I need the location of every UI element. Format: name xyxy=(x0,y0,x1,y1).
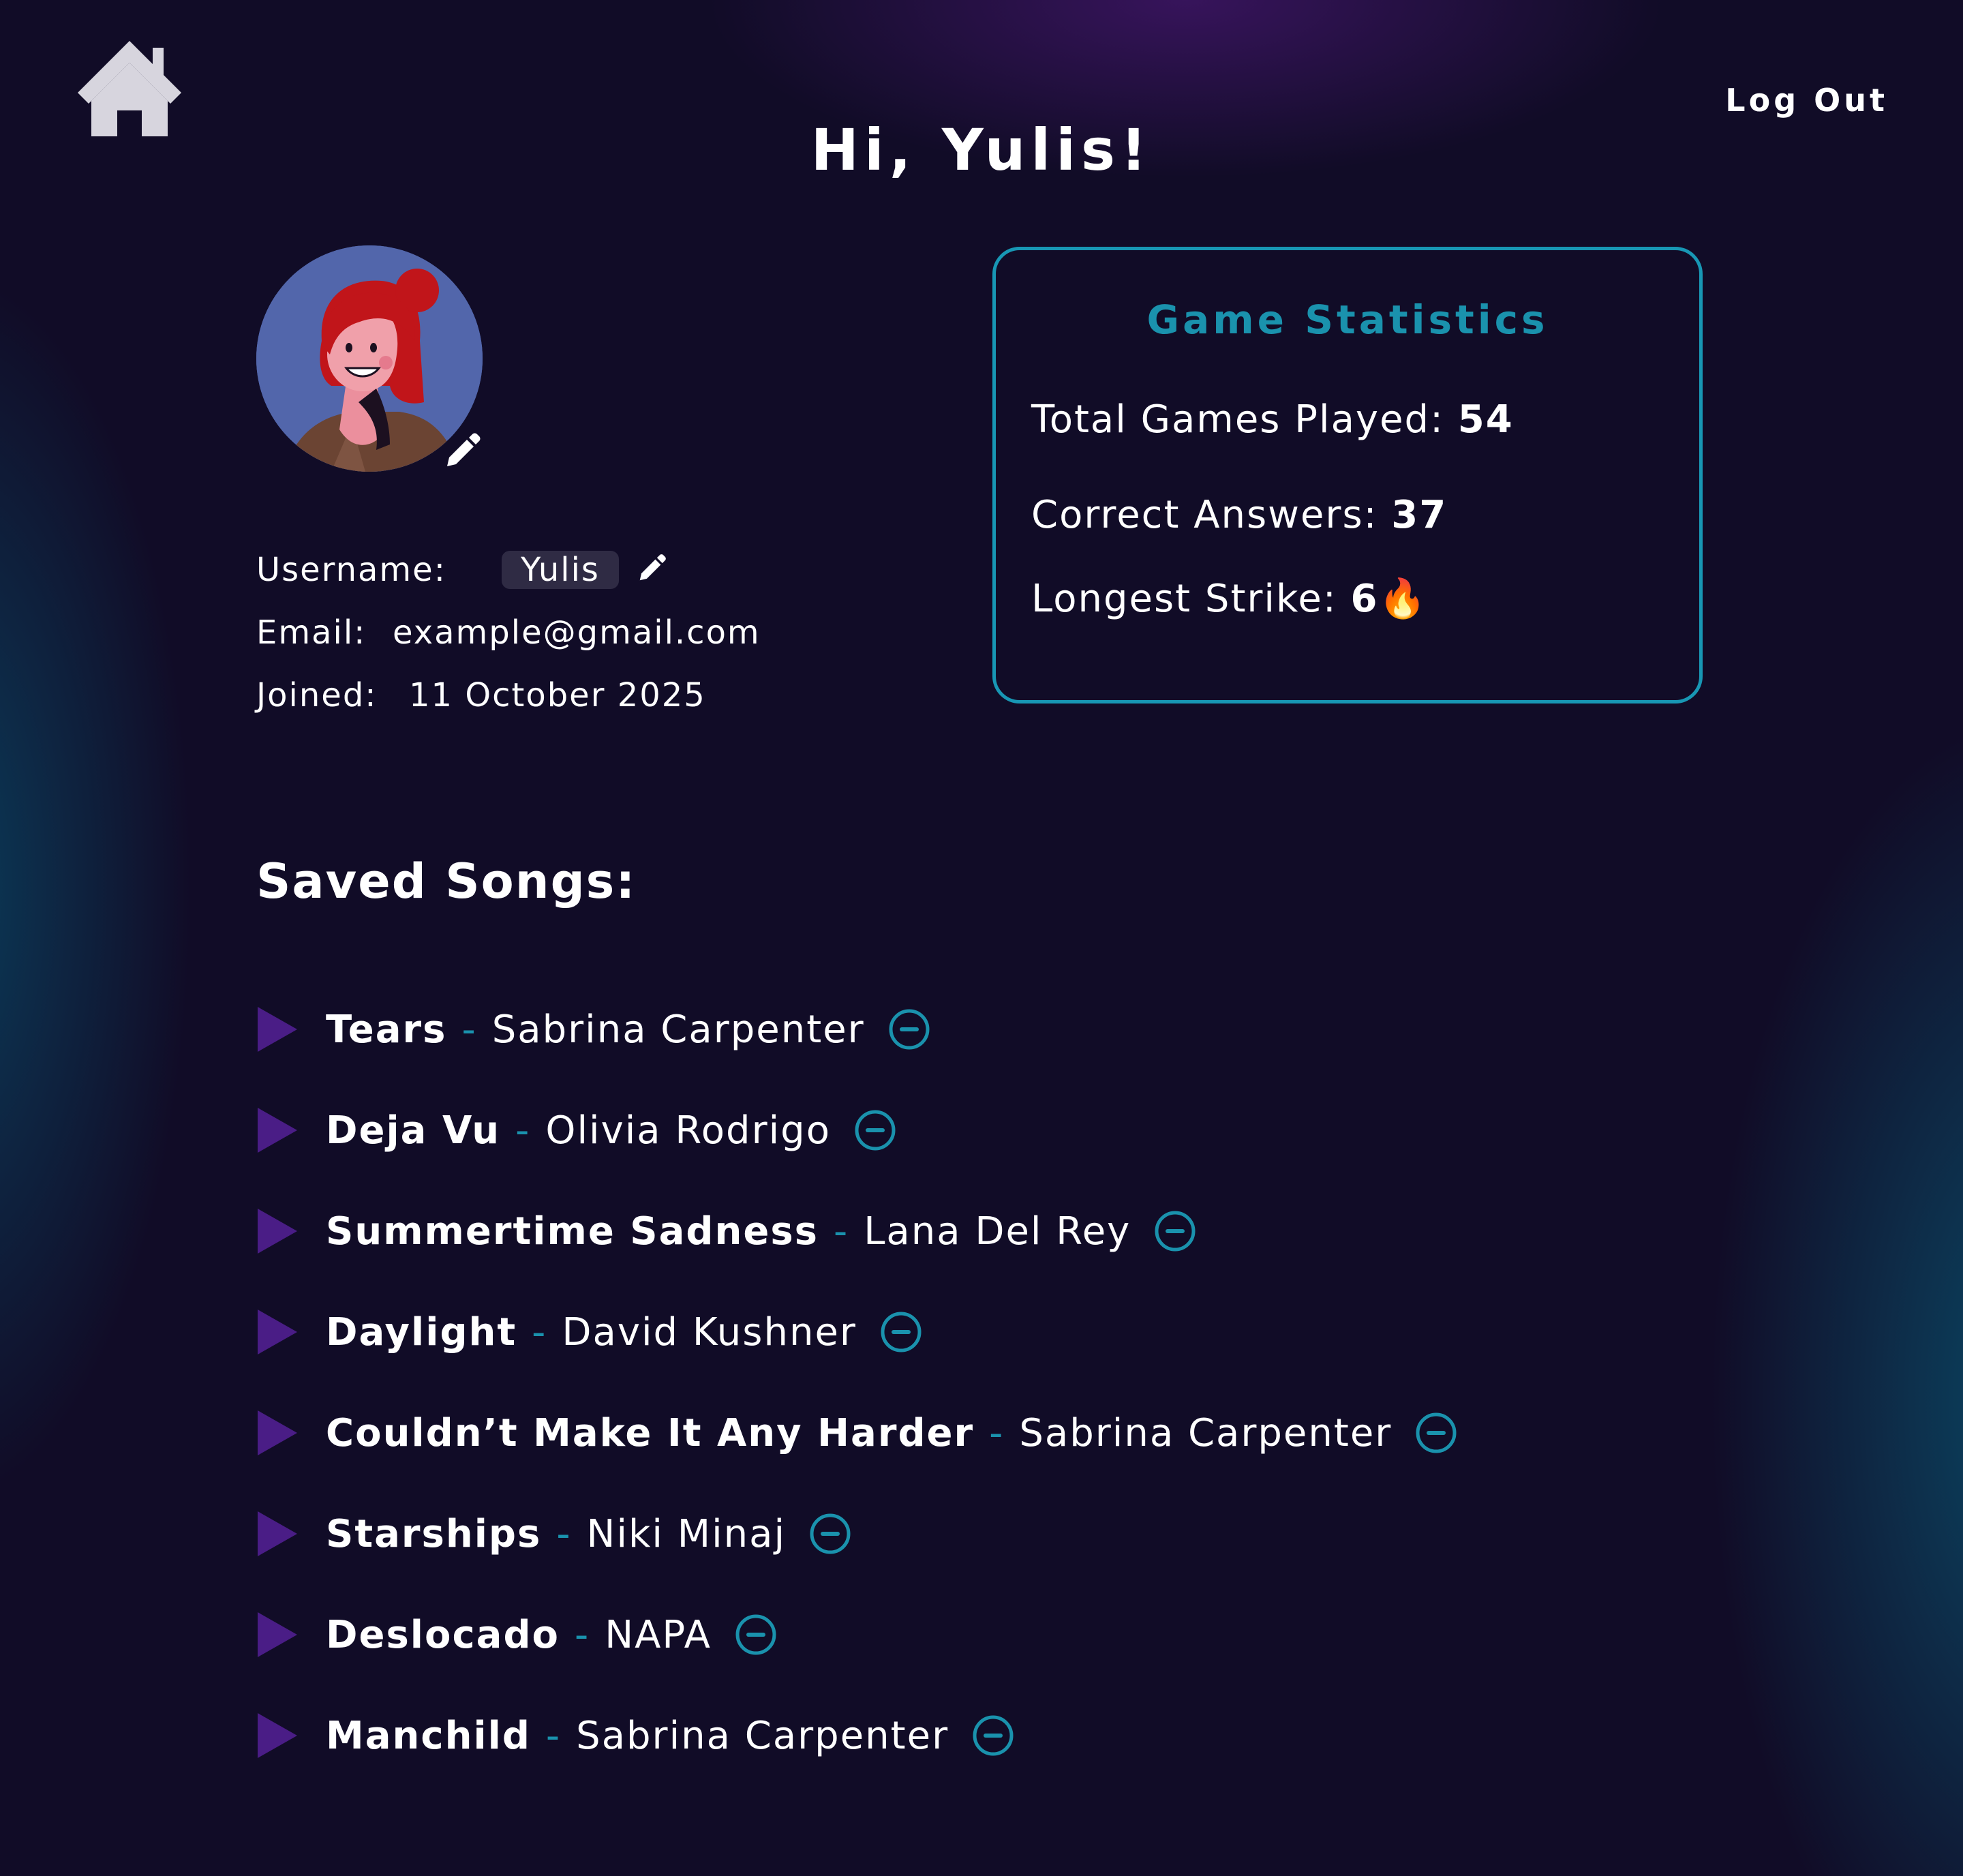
song-title: Deja Vu xyxy=(326,1108,501,1153)
song-separator: - xyxy=(556,1511,572,1556)
play-icon[interactable] xyxy=(256,1611,299,1659)
username-row: Username: Yulis xyxy=(256,549,667,590)
saved-song-item: Couldn’t Make It Any Harder - Sabrina Carp… xyxy=(256,1406,1457,1460)
saved-song-item: Starships - Niki Minaj xyxy=(256,1507,851,1561)
saved-song-item: Summertime Sadness - Lana Del Rey xyxy=(256,1204,1196,1258)
song-artist: NAPA xyxy=(605,1612,712,1657)
song-artist: Sabrina Carpenter xyxy=(491,1007,865,1052)
song-title: Daylight xyxy=(326,1310,517,1355)
joined-row: Joined: 11 October 2025 xyxy=(256,675,706,716)
remove-song-icon[interactable] xyxy=(854,1109,896,1151)
email-label: Email: xyxy=(256,614,367,652)
play-icon[interactable] xyxy=(256,1106,299,1154)
pencil-icon xyxy=(639,554,666,581)
song-separator: - xyxy=(834,1209,849,1254)
remove-song-icon[interactable] xyxy=(735,1614,777,1656)
remove-song-icon[interactable] xyxy=(888,1008,930,1050)
stat-correct-answers: Correct Answers: 37 xyxy=(1031,493,1447,537)
play-icon[interactable] xyxy=(256,1308,299,1356)
saved-song-item: Deslocado - NAPA xyxy=(256,1607,777,1662)
saved-song-item: Daylight - David Kushner xyxy=(256,1305,922,1359)
pencil-icon xyxy=(447,433,481,466)
saved-song-item: Manchild - Sabrina Carpenter xyxy=(256,1708,1014,1763)
song-separator: - xyxy=(461,1007,477,1052)
remove-song-icon[interactable] xyxy=(1415,1412,1457,1454)
song-title: Tears xyxy=(326,1007,447,1052)
song-artist: Niki Minaj xyxy=(586,1511,787,1556)
stat-value: 37 xyxy=(1391,493,1448,537)
song-title: Starships xyxy=(326,1511,542,1556)
email-value: example@gmail.com xyxy=(393,614,761,652)
song-artist: David Kushner xyxy=(562,1310,857,1355)
stat-value: 6 xyxy=(1350,577,1379,621)
saved-song-item: Deja Vu - Olivia Rodrigo xyxy=(256,1103,896,1158)
song-artist: Olivia Rodrigo xyxy=(545,1108,831,1153)
song-title: Summertime Sadness xyxy=(326,1209,819,1254)
song-artist: Sabrina Carpenter xyxy=(1019,1410,1393,1455)
remove-song-icon[interactable] xyxy=(880,1311,922,1353)
remove-song-icon[interactable] xyxy=(972,1714,1014,1757)
saved-song-item: Tears - Sabrina Carpenter xyxy=(256,1002,930,1057)
song-artist: Sabrina Carpenter xyxy=(576,1713,949,1758)
edit-username-button[interactable] xyxy=(637,554,667,584)
play-icon[interactable] xyxy=(256,1207,299,1255)
email-row: Email: example@gmail.com xyxy=(256,612,761,653)
username-label: Username: xyxy=(256,551,446,589)
game-statistics-card: Game Statistics Total Games Played: 54 C… xyxy=(992,247,1703,704)
song-title: Couldn’t Make It Any Harder xyxy=(326,1410,975,1455)
stat-value: 54 xyxy=(1457,397,1514,442)
song-title: Manchild xyxy=(326,1713,531,1758)
fire-icon: 🔥 xyxy=(1378,577,1428,621)
song-separator: - xyxy=(532,1310,547,1355)
logout-button[interactable]: Log Out xyxy=(1725,82,1888,119)
song-separator: - xyxy=(545,1713,562,1758)
edit-avatar-button[interactable] xyxy=(443,432,481,470)
play-icon[interactable] xyxy=(256,1510,299,1558)
remove-song-icon[interactable] xyxy=(809,1513,851,1555)
joined-value: 11 October 2025 xyxy=(409,676,706,714)
song-separator: - xyxy=(575,1612,590,1657)
play-icon[interactable] xyxy=(256,1409,299,1457)
song-separator: - xyxy=(989,1410,1005,1455)
song-separator: - xyxy=(515,1108,531,1153)
stat-label: Total Games Played: xyxy=(1031,397,1458,442)
saved-songs-heading: Saved Songs: xyxy=(256,853,637,909)
stat-label: Longest Strike: xyxy=(1031,577,1351,621)
page-title: Hi, Yulis! xyxy=(810,117,1153,183)
song-artist: Lana Del Rey xyxy=(864,1209,1131,1254)
stats-title: Game Statistics xyxy=(1146,297,1549,343)
song-title: Deslocado xyxy=(326,1612,560,1657)
stat-longest-streak: Longest Strike: 6🔥 xyxy=(1031,576,1427,621)
remove-song-icon[interactable] xyxy=(1154,1210,1196,1252)
joined-label: Joined: xyxy=(256,676,378,714)
play-icon[interactable] xyxy=(256,1005,299,1053)
play-icon[interactable] xyxy=(256,1712,299,1759)
stat-label: Correct Answers: xyxy=(1031,493,1392,537)
stat-total-games: Total Games Played: 54 xyxy=(1031,397,1514,442)
username-value: Yulis xyxy=(502,551,619,589)
